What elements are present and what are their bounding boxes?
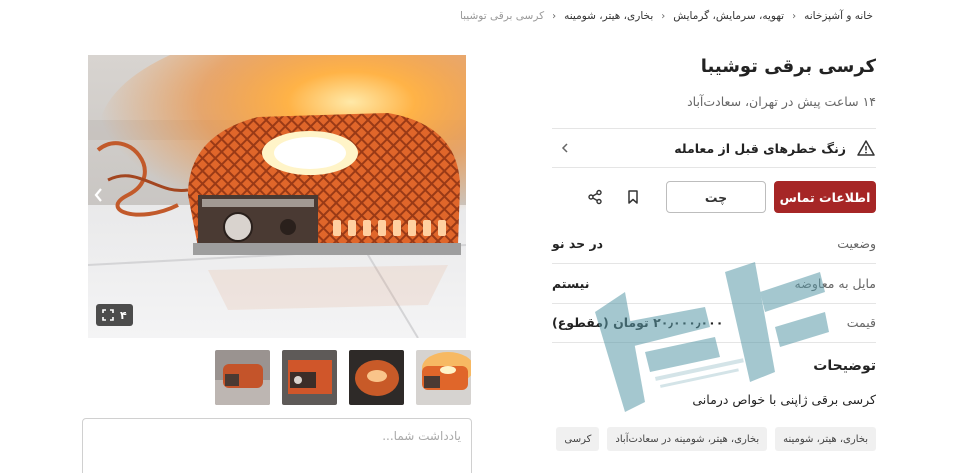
ad-title: کرسی برقی توشیبا (700, 56, 876, 77)
thumbnail-3[interactable] (282, 350, 337, 405)
photo-count: ۴ (120, 308, 127, 322)
info-key: قیمت (846, 315, 876, 330)
thumbnail-1[interactable] (416, 350, 471, 405)
warning-triangle-icon (856, 138, 876, 158)
notes-textarea[interactable] (82, 418, 472, 473)
chat-button[interactable]: چت (666, 181, 766, 213)
bookmark-icon[interactable] (620, 184, 646, 210)
contact-info-button[interactable]: اطلاعات تماس (774, 181, 876, 213)
photo-count-badge[interactable]: ۴ (96, 304, 133, 326)
heater-photo (88, 55, 466, 338)
tag-list: بخاری، هیتر، شومینه بخاری، هیتر، شومینه … (552, 427, 876, 451)
ad-details-panel: کرسی برقی توشیبا ۱۴ ساعت پیش در تهران، س… (552, 0, 876, 473)
info-value: در حد نو (552, 236, 604, 251)
description-title: توضیحات (813, 358, 876, 374)
description-body: کرسی برقی ژاپنی با خواص درمانی (692, 392, 876, 407)
info-row-condition: وضعیت در حد نو (552, 224, 876, 264)
tag-chip[interactable]: بخاری، هیتر، شومینه (775, 427, 876, 451)
thumbnail-2[interactable] (349, 350, 404, 405)
chevron-left-icon[interactable] (92, 185, 106, 205)
thumbnail-4[interactable] (215, 350, 270, 405)
expand-icon (102, 309, 114, 321)
info-key: مایل به معاوضه (794, 276, 876, 291)
action-buttons: اطلاعات تماس چت (552, 181, 876, 213)
breadcrumb-item-current: کرسی برقی توشیبا (459, 10, 545, 22)
warnings-label: زنگ خطرهای قبل از معامله (674, 140, 846, 156)
main-photo[interactable]: ۴ (88, 55, 466, 338)
info-row-price: قیمت ۲۰٫۰۰۰٫۰۰۰ تومان (مقطوع) (552, 303, 876, 343)
info-key: وضعیت (837, 236, 876, 251)
ad-subtitle: ۱۴ ساعت پیش در تهران، سعادت‌آباد (687, 94, 876, 109)
tag-chip[interactable]: بخاری، هیتر، شومینه در سعادت‌آباد (607, 427, 768, 451)
thumbnail-strip (215, 350, 473, 405)
chevron-left-icon (561, 143, 568, 153)
info-row-exchange: مایل به معاوضه نیستم (552, 264, 876, 304)
info-value: نیستم (552, 276, 590, 291)
warnings-row[interactable]: زنگ خطرهای قبل از معامله (552, 128, 876, 168)
share-icon[interactable] (582, 184, 608, 210)
tag-chip[interactable]: کرسی (556, 427, 600, 451)
info-value: ۲۰٫۰۰۰٫۰۰۰ تومان (مقطوع) (552, 315, 724, 330)
